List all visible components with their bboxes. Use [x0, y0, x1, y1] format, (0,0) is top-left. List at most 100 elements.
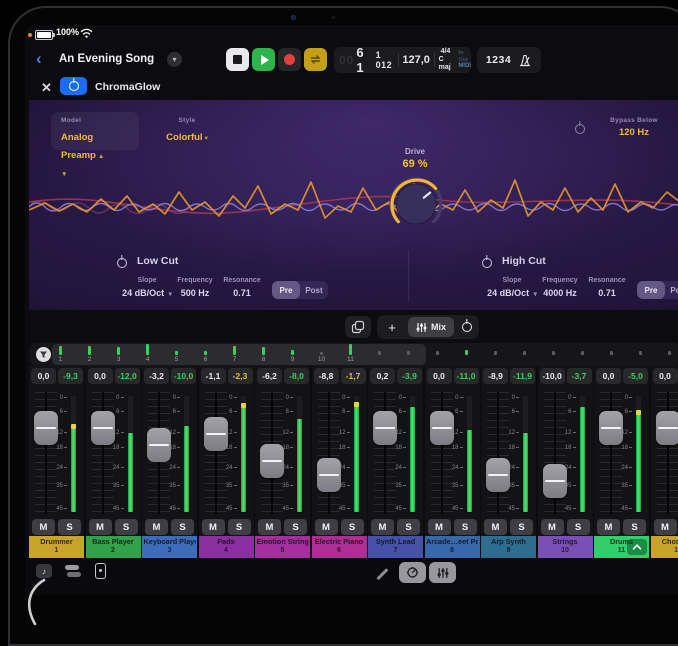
fader-handle[interactable] [543, 464, 567, 498]
fader-handle[interactable] [260, 444, 284, 478]
mute-button[interactable]: M [371, 519, 394, 535]
song-title[interactable]: An Evening Song [59, 53, 154, 65]
peak-value[interactable]: -8,0 [284, 368, 309, 384]
mute-button[interactable]: M [145, 519, 168, 535]
style-selector[interactable]: Style Colorful▾ [155, 117, 219, 145]
track-name-block[interactable]: Pads 4 [199, 536, 254, 558]
track-name-block[interactable]: Synth Lead 7 [368, 536, 423, 558]
track-name-block[interactable]: Arcade…eet Pad 8 [425, 536, 480, 558]
volume-value[interactable]: -1,1 [201, 368, 226, 384]
peak-value[interactable]: -3,9 [397, 368, 422, 384]
track-name-block[interactable]: Keyboard Player 3 [142, 536, 197, 558]
peak-value[interactable]: -3,7 [567, 368, 592, 384]
bypass-below-value[interactable]: 120 Hz [592, 127, 676, 138]
peak-value[interactable]: -12,0 [115, 368, 140, 384]
mute-button[interactable]: M [654, 519, 677, 535]
mute-button[interactable]: M [89, 519, 112, 535]
solo-button[interactable]: S [171, 519, 194, 535]
track-name-block[interactable]: Electric Piano 6 [312, 536, 367, 558]
track-name-block[interactable]: Strings 10 [538, 536, 593, 558]
back-chevron-button[interactable]: ‹ [36, 49, 42, 69]
track-name-block[interactable]: Bass Player 2 [86, 536, 141, 558]
loops-button[interactable] [65, 565, 81, 578]
peak-value[interactable]: -11,9 [510, 368, 535, 384]
high-cut-power-icon[interactable] [482, 258, 492, 268]
fader-handle[interactable] [147, 428, 171, 462]
volume-value[interactable]: 0,0 [596, 368, 621, 384]
volume-value[interactable]: 0,2 [370, 368, 395, 384]
fader-handle[interactable] [430, 411, 454, 445]
mixer-view-button[interactable] [429, 562, 456, 583]
peak-value[interactable]: -11,0 [454, 368, 479, 384]
track-name-block[interactable]: Arp Synth 9 [481, 536, 536, 558]
plugin-power-button[interactable] [60, 77, 87, 95]
fader-handle[interactable] [373, 411, 397, 445]
high-pre-button[interactable]: Pre [637, 281, 665, 299]
fader-handle[interactable] [91, 411, 115, 445]
mute-button[interactable]: M [597, 519, 620, 535]
volume-value[interactable]: 0,0 [653, 368, 678, 384]
mute-button[interactable]: M [541, 519, 564, 535]
lcd-display[interactable]: 00 6 1 1 012 127,0 4/4 C maj In Out MIDI [334, 47, 471, 73]
volume-value[interactable]: -8,9 [483, 368, 508, 384]
fader-handle[interactable] [34, 411, 58, 445]
fader-handle[interactable] [599, 411, 623, 445]
browser-button[interactable]: ♪ [36, 564, 52, 578]
track-name-block[interactable]: Chorus V 12 [651, 536, 678, 558]
plugin-controls-button[interactable] [399, 562, 426, 583]
collapse-chevron-button[interactable] [627, 539, 647, 555]
stop-button[interactable] [226, 48, 249, 71]
peak-value[interactable]: -2,3 [228, 368, 253, 384]
high-post-button[interactable]: Post [665, 281, 678, 299]
solo-button[interactable]: S [623, 519, 646, 535]
song-menu-button[interactable]: ▾ [167, 52, 182, 67]
fader-handle[interactable] [486, 458, 510, 492]
controller-button[interactable] [95, 563, 106, 579]
play-button[interactable] [252, 48, 275, 71]
volume-value[interactable]: 0,0 [31, 368, 56, 384]
copy-regions-button[interactable] [345, 316, 371, 338]
track-name-block[interactable]: Emotion Strings 5 [255, 536, 310, 558]
solo-button[interactable]: S [454, 519, 477, 535]
cycle-button[interactable] [304, 48, 327, 71]
peak-value[interactable]: -9,3 [58, 368, 83, 384]
mute-button[interactable]: M [202, 519, 225, 535]
solo-button[interactable]: S [58, 519, 81, 535]
filter-tracks-button[interactable] [36, 347, 51, 362]
model-selector[interactable]: Model Analog Preamp▲▼ [51, 112, 139, 150]
high-res-value[interactable]: 0.71 [577, 288, 637, 298]
solo-button[interactable]: S [115, 519, 138, 535]
bypass-power-icon[interactable] [575, 124, 585, 134]
mix-view-button[interactable]: Mix [408, 317, 454, 337]
low-cut-power-icon[interactable] [117, 258, 127, 268]
mute-button[interactable]: M [315, 519, 338, 535]
count-in-button[interactable]: 1234 [486, 54, 511, 66]
metronome-icon[interactable] [518, 54, 532, 67]
mute-button[interactable]: M [428, 519, 451, 535]
volume-value[interactable]: 0,0 [427, 368, 452, 384]
fader-handle[interactable] [317, 458, 341, 492]
solo-button[interactable]: S [397, 519, 420, 535]
track-overview-strip[interactable]: 1234567891011 [30, 343, 678, 366]
track-name-block[interactable]: Drums 11 [594, 536, 649, 558]
low-res-value[interactable]: 0.71 [212, 288, 272, 298]
peak-value[interactable]: -5,0 [623, 368, 648, 384]
mixer-power-button[interactable] [455, 322, 479, 332]
close-plugin-button[interactable]: ✕ [41, 80, 52, 96]
solo-button[interactable]: S [510, 519, 533, 535]
peak-value[interactable]: -1,7 [341, 368, 366, 384]
volume-value[interactable]: -8,8 [314, 368, 339, 384]
peak-value[interactable]: -10,0 [171, 368, 196, 384]
volume-value[interactable]: -10,0 [540, 368, 565, 384]
volume-value[interactable]: -3,2 [144, 368, 169, 384]
solo-button[interactable]: S [228, 519, 251, 535]
record-button[interactable] [278, 48, 301, 71]
low-post-button[interactable]: Post [300, 281, 328, 299]
solo-button[interactable]: S [567, 519, 590, 535]
solo-button[interactable]: S [341, 519, 364, 535]
track-name-block[interactable]: Drummer 1 [29, 536, 84, 558]
fader-handle[interactable] [656, 411, 678, 445]
volume-value[interactable]: -6,2 [257, 368, 282, 384]
drive-knob[interactable] [388, 176, 444, 232]
mute-button[interactable]: M [32, 519, 55, 535]
